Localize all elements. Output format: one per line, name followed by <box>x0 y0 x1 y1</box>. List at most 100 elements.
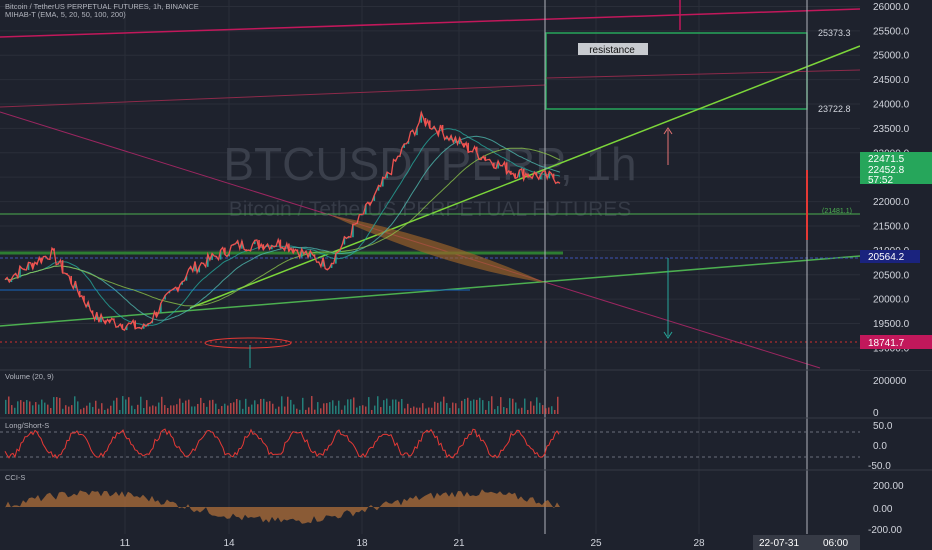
volume-bar <box>200 397 202 414</box>
volume-bar <box>23 401 25 414</box>
volume-bar <box>347 399 349 414</box>
volume-bar <box>476 399 478 414</box>
volume-bar <box>227 405 229 414</box>
volume-bar <box>539 402 541 414</box>
volume-bar <box>194 406 196 414</box>
volume-bar <box>314 409 316 414</box>
volume-bar <box>116 397 118 414</box>
volume-bar <box>35 402 37 414</box>
volume-bar <box>137 404 139 414</box>
top-level-label: 25373.3 <box>818 28 851 38</box>
volume-bar <box>371 409 373 414</box>
volume-bar <box>329 402 331 414</box>
volume-bar <box>488 401 490 414</box>
volume-bar <box>149 406 151 414</box>
volume-bar <box>368 397 370 414</box>
volume-bar <box>146 400 148 414</box>
volume-bar <box>272 403 274 414</box>
volume-bar <box>500 397 502 414</box>
volume-bar <box>284 406 286 414</box>
price-tick-label: 24500.0 <box>873 75 910 86</box>
volume-bar <box>542 405 544 414</box>
time-tick-11: 11 <box>120 538 131 549</box>
time-tick-14: 14 <box>223 538 235 549</box>
volume-bar <box>263 398 265 414</box>
volume-bar <box>419 407 421 414</box>
volume-bar <box>431 407 433 414</box>
time-tick-28: 28 <box>693 538 705 549</box>
volume-bar <box>173 405 175 414</box>
volume-bar <box>512 398 514 414</box>
volume-bar <box>17 401 19 414</box>
volume-bar <box>191 406 193 414</box>
volume-bar <box>38 404 40 414</box>
time-tick-18: 18 <box>356 538 368 549</box>
volume-bar <box>374 405 376 414</box>
volume-bar <box>440 401 442 414</box>
volume-bar <box>320 408 322 414</box>
volume-bar <box>467 397 469 414</box>
volume-bar <box>113 400 115 414</box>
volume-bar <box>311 396 313 414</box>
volume-bar <box>287 396 289 414</box>
volume-bar <box>506 408 508 414</box>
volume-bar <box>449 407 451 414</box>
time-tick-21: 21 <box>453 538 465 549</box>
volume-bar <box>275 408 277 414</box>
volume-bar <box>41 399 43 414</box>
price-tick-label: 22000.0 <box>873 197 910 208</box>
volume-bar <box>92 406 94 414</box>
price-tick-label: 20500.0 <box>873 270 910 281</box>
volume-bar <box>212 399 214 414</box>
time-tick-25: 25 <box>590 538 602 549</box>
volume-bar <box>527 409 529 414</box>
volume-bar <box>293 404 295 414</box>
volume-bar <box>107 408 109 414</box>
volume-bar <box>299 409 301 414</box>
volume-bar <box>128 397 130 414</box>
volume-bar <box>89 402 91 414</box>
price-axis[interactable]: 26000.0 25500.0 25000.0 24500.0 24000.0 23500… <box>860 0 932 370</box>
volume-bar <box>248 406 250 414</box>
volume-bar <box>509 398 511 414</box>
volume-bar <box>341 409 343 414</box>
volume-bar <box>470 400 472 414</box>
volume-bar <box>95 400 97 414</box>
watermark-symbol: BTCUSDTPERP, 1h <box>223 138 636 190</box>
volume-bar <box>473 399 475 414</box>
volume-bar <box>344 405 346 414</box>
volume-bar <box>335 405 337 414</box>
price-tick-label: 23500.0 <box>873 124 910 135</box>
volume-bar <box>332 400 334 414</box>
volume-bar <box>47 404 49 414</box>
volume-bar <box>503 407 505 414</box>
trading-chart[interactable]: BTCUSDTPERP, 1h Bitcoin / TetherUS PERPE… <box>0 0 932 550</box>
volume-bar <box>515 402 517 414</box>
volume-bar <box>131 405 133 414</box>
cci-label: CCI-S <box>5 473 25 482</box>
volume-bar <box>389 405 391 414</box>
volume-bar <box>197 403 199 414</box>
volume-bar <box>392 399 394 414</box>
volume-bar <box>206 406 208 414</box>
volume-bar <box>377 396 379 414</box>
volume-bar <box>14 407 16 414</box>
volume-bar <box>53 397 55 414</box>
volume-tick-top: 200000 <box>873 376 907 387</box>
volume-bar <box>395 399 397 414</box>
volume-bar <box>530 401 532 414</box>
volume-bar <box>185 400 187 414</box>
volume-bar <box>65 405 67 414</box>
volume-bar <box>365 406 367 414</box>
volume-bar <box>413 406 415 414</box>
price-tick-label: 21500.0 <box>873 221 910 232</box>
volume-bar <box>134 409 136 414</box>
time-axis[interactable]: 11 14 18 21 25 28 22-07-31 06:00 <box>0 534 932 550</box>
volume-bar <box>278 406 280 414</box>
volume-bar <box>260 398 262 414</box>
mid-level-label: (21481.1) <box>822 208 852 215</box>
volume-bar <box>524 398 526 414</box>
volume-bar <box>554 409 556 414</box>
volume-bar <box>251 404 253 414</box>
volume-tick-zero: 0 <box>873 408 879 419</box>
